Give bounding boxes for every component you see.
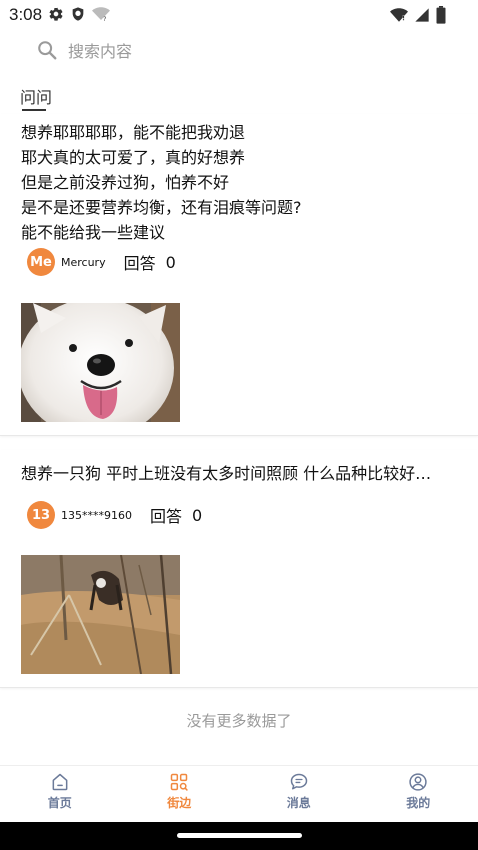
system-nav-bar [0, 822, 478, 850]
status-time: 3:08 [9, 5, 43, 24]
post-meta: 13 135****9160 回答 0 [27, 501, 202, 529]
bottom-nav: 首页 街边 消息 我的 [0, 765, 478, 822]
home-gesture-handle[interactable] [177, 833, 302, 838]
grid-search-icon [171, 773, 188, 791]
status-left-icons: ? [48, 6, 110, 22]
wifi-question-icon: ? [92, 7, 110, 22]
answer-count: 0 [165, 252, 176, 272]
username: Mercury [61, 255, 106, 269]
nav-label-mine: 我的 [406, 796, 431, 810]
nav-item-mine[interactable]: 我的 [359, 766, 478, 822]
gear-icon [49, 7, 63, 21]
avatar[interactable]: 13 [27, 501, 55, 529]
home-icon [52, 773, 68, 791]
svg-text:?: ? [103, 16, 106, 22]
post-image-samoyed[interactable] [21, 303, 180, 422]
nav-label-street: 街边 [167, 796, 192, 810]
nav-item-messages[interactable]: 消息 [239, 766, 359, 822]
tab-wenwen[interactable]: 问问 [20, 84, 52, 108]
answer-count: 0 [192, 505, 203, 525]
wifi-icon [390, 8, 408, 22]
no-more-data-text: 没有更多数据了 [186, 712, 292, 730]
answer-label: 回答 [150, 507, 183, 526]
post-meta: Me Mercury 回答 0 [27, 248, 176, 276]
nav-label-messages: 消息 [286, 796, 311, 810]
search-icon [38, 41, 57, 60]
chat-bubble-icon [290, 773, 307, 790]
shield-icon [72, 7, 84, 21]
avatar[interactable]: Me [27, 248, 55, 276]
post-question-text[interactable]: 想养耶耶耶耶，能不能把我劝退 耶犬真的太可爱了，真的好想养 但是之前没养过狗，怕… [21, 120, 451, 245]
nav-item-street[interactable]: 街边 [120, 766, 240, 822]
battery-icon [436, 6, 446, 24]
search-placeholder: 搜索内容 [68, 42, 133, 61]
post-question-text[interactable]: 想养一只狗 平时上班没有太多时间照顾 什么品种比较好… [21, 461, 451, 486]
search-bar[interactable]: 搜索内容 [36, 36, 296, 64]
tab-indicator [22, 109, 46, 111]
signal-icon [415, 8, 429, 22]
post-image-dog-woods[interactable] [21, 555, 180, 674]
status-bar: 3:08 ? [0, 0, 478, 30]
nav-label-home: 首页 [47, 796, 72, 810]
username: 135****9160 [61, 508, 132, 522]
nav-item-home[interactable]: 首页 [0, 766, 120, 822]
user-circle-icon [409, 773, 427, 791]
status-right-icons [390, 6, 446, 24]
answer-label: 回答 [123, 254, 156, 273]
post-card[interactable]: 想养一只狗 平时上班没有太多时间照顾 什么品种比较好… 13 135****91… [0, 450, 478, 688]
post-card[interactable]: 想养耶耶耶耶，能不能把我劝退 耶犬真的太可爱了，真的好想养 但是之前没养过狗，怕… [0, 114, 478, 436]
